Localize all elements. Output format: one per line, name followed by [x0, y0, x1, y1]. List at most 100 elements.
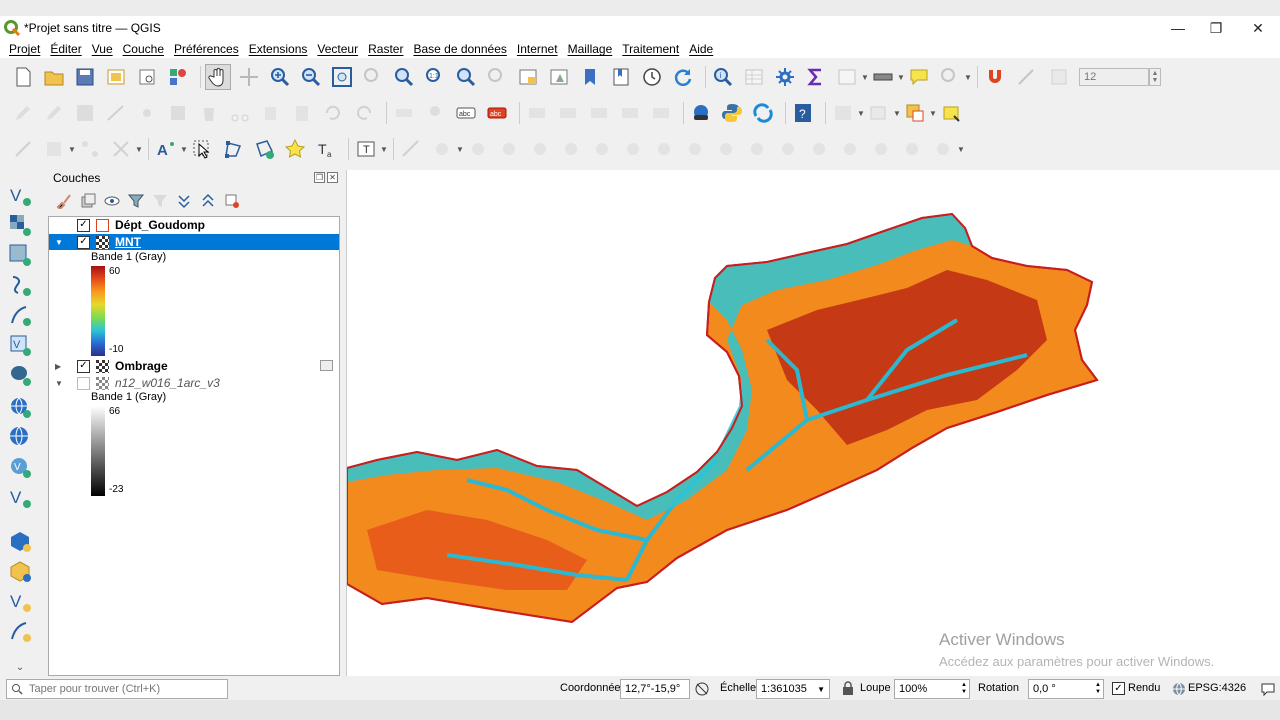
adv-digitize-button-4[interactable] [108, 136, 134, 162]
shape-tool-button-16[interactable] [868, 136, 894, 162]
menu-couche[interactable]: Couche [118, 42, 169, 56]
zoom-to-layer-button[interactable] [391, 64, 417, 90]
selection-tool-button[interactable] [866, 100, 892, 126]
statistical-summary-button[interactable] [803, 64, 829, 90]
menu-vue[interactable]: Vue [87, 42, 118, 56]
temporal-controller-button[interactable] [639, 64, 665, 90]
menu-raster[interactable]: Raster [363, 42, 408, 56]
menu-maillage[interactable]: Maillage [563, 42, 618, 56]
menu-internet[interactable]: Internet [512, 42, 563, 56]
paste-features-button[interactable] [289, 100, 315, 126]
layer-visibility-checkbox[interactable] [77, 376, 90, 390]
menu-traitement[interactable]: Traitement [617, 42, 684, 56]
expand-arrow-icon[interactable]: ▶ [55, 362, 65, 371]
add-group-button[interactable] [78, 192, 98, 210]
dropdown-arrow-icon[interactable]: ▼ [861, 73, 869, 82]
shape-tool-button-5[interactable] [527, 136, 553, 162]
new-geopackage-layer-button[interactable] [6, 528, 34, 554]
layer-indicator-icon[interactable] [320, 360, 333, 371]
tolerance-spinner[interactable]: ▲ ▼ [1149, 68, 1161, 86]
adv-digitize-button-1[interactable] [10, 136, 36, 162]
coordinate-field[interactable]: 12,7°-15,9° [620, 679, 690, 699]
zoom-next-button[interactable] [484, 64, 510, 90]
layer-row-n12-w016[interactable]: ▼ n12_w016_1arc_v3 [49, 375, 339, 391]
map-tips-button[interactable] [906, 64, 932, 90]
shape-tool-button-18[interactable] [930, 136, 956, 162]
add-mesh-layer-button[interactable] [6, 242, 34, 268]
menu-extensions[interactable]: Extensions [244, 42, 313, 56]
text-annotation-tool-button[interactable]: T [353, 136, 379, 162]
new-map-view-button[interactable] [515, 64, 541, 90]
vertex-tool-button[interactable] [134, 100, 160, 126]
new-print-layout-button[interactable] [103, 64, 129, 90]
new-project-button[interactable] [10, 64, 36, 90]
shape-tool-button-11[interactable] [713, 136, 739, 162]
save-project-button[interactable] [72, 64, 98, 90]
shape-tool-button-13[interactable] [775, 136, 801, 162]
dropdown-arrow-icon[interactable]: ▼ [897, 73, 905, 82]
snapping-mode-button[interactable] [1013, 64, 1039, 90]
pan-map-button[interactable] [205, 64, 231, 90]
menu-base-de-donnees[interactable]: Base de données [408, 42, 511, 56]
copy-features-button[interactable] [258, 100, 284, 126]
close-panel-button[interactable]: ✕ [327, 172, 338, 183]
lock-icon[interactable] [842, 681, 854, 695]
favorite-button[interactable] [282, 136, 308, 162]
shape-tool-button-9[interactable] [651, 136, 677, 162]
dropdown-arrow-icon[interactable]: ▼ [857, 109, 865, 118]
zoom-last-button[interactable] [453, 64, 479, 90]
open-project-button[interactable] [41, 64, 67, 90]
toggle-extents-icon[interactable] [694, 681, 710, 697]
undo-button[interactable] [320, 100, 346, 126]
shape-tool-button-4[interactable] [496, 136, 522, 162]
expand-all-button[interactable] [174, 192, 194, 210]
measure-line-button[interactable] [870, 64, 896, 90]
menu-vecteur[interactable]: Vecteur [312, 42, 363, 56]
annotation-button[interactable] [830, 100, 856, 126]
layer-visibility-checkbox[interactable]: ✓ [77, 218, 90, 232]
shape-tool-button-8[interactable] [620, 136, 646, 162]
layer-row-dept-goudomp[interactable]: ✓ Dépt_Goudomp [49, 217, 339, 233]
shape-tool-button-7[interactable] [589, 136, 615, 162]
locate-button[interactable] [937, 64, 963, 90]
menu-preferences[interactable]: Préférences [169, 42, 244, 56]
float-panel-button[interactable]: ❐ [314, 172, 325, 183]
pan-to-selection-button[interactable] [236, 64, 262, 90]
menu-projet[interactable]: Projet [4, 42, 45, 56]
rotate-label-button[interactable] [617, 100, 643, 126]
label-toolbar-button-1[interactable] [391, 100, 417, 126]
add-polygon-button[interactable] [251, 136, 277, 162]
dropdown-arrow-icon[interactable]: ▼ [929, 109, 937, 118]
save-edits-button[interactable] [72, 100, 98, 126]
new-spatialite-layer-button[interactable] [6, 618, 34, 644]
text-annotation-button[interactable]: A [153, 136, 179, 162]
shape-tool-button-12[interactable] [744, 136, 770, 162]
open-layer-styling-button[interactable] [54, 192, 74, 210]
python-console-button[interactable] [719, 100, 745, 126]
delete-selected-button[interactable] [196, 100, 222, 126]
zoom-out-button[interactable] [298, 64, 324, 90]
redo-button[interactable] [351, 100, 377, 126]
layer-visibility-checkbox[interactable]: ✓ [77, 359, 90, 373]
collapse-arrow-icon[interactable]: ▼ [55, 379, 65, 388]
plugin-button-globe[interactable] [688, 100, 714, 126]
add-wfs-layer-button[interactable]: V [6, 454, 34, 480]
map-canvas[interactable]: Activer Windows Accédez aux paramètres p… [346, 170, 1280, 676]
add-virtual-layer-button[interactable]: V [6, 484, 34, 510]
maximize-button[interactable]: ❐ [1198, 18, 1234, 38]
shape-tool-button-6[interactable] [558, 136, 584, 162]
layer-diagram-options-button[interactable]: abc [484, 100, 510, 126]
layer-visibility-checkbox[interactable]: ✓ [77, 235, 90, 249]
layer-row-mnt[interactable]: ▼ ✓ MNT [49, 234, 339, 250]
collapse-arrow-icon[interactable]: ▼ [55, 238, 65, 247]
add-vector-layer-button[interactable]: V [6, 182, 34, 208]
shape-tool-button-17[interactable] [899, 136, 925, 162]
zoom-full-button[interactable] [329, 64, 355, 90]
layout-manager-button[interactable] [134, 64, 160, 90]
dropdown-arrow-icon[interactable]: ▼ [135, 145, 143, 154]
dropdown-arrow-icon[interactable]: ▼ [893, 109, 901, 118]
snapping-type-button[interactable] [1044, 64, 1074, 90]
magnifier-field[interactable]: 100% ▲ ▼ [894, 679, 970, 699]
dropdown-arrow-icon[interactable]: ▼ [68, 145, 76, 154]
locator-search-input[interactable]: Taper pour trouver (Ctrl+K) [6, 679, 228, 699]
